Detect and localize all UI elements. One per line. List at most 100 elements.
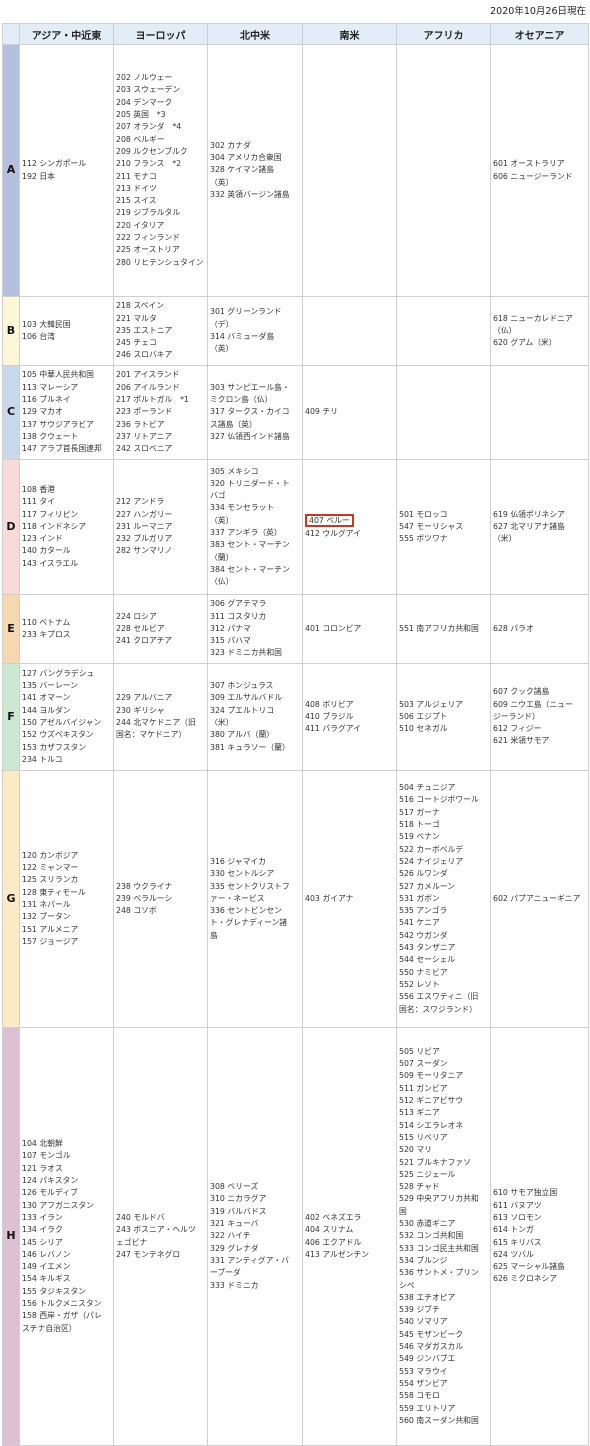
country-entry: 560 南スーダン共和国 bbox=[399, 1415, 479, 1425]
country-entry: 149 イエメン bbox=[22, 1262, 71, 1272]
country-entry: 543 タンザニア bbox=[399, 943, 456, 953]
country-entry: 512 ギニアビサウ bbox=[399, 1096, 464, 1106]
country-entry: 334 モンセラット bbox=[210, 503, 275, 513]
group-label: F bbox=[2, 663, 20, 771]
country-entry: 221 マルタ bbox=[116, 313, 157, 323]
country-entry: 128 東ティモール bbox=[22, 887, 86, 897]
cell-south-america: 403 ガイアナ bbox=[302, 770, 397, 1028]
group-row-f: F 127 バングラデシュ 135 バーレーン 141 オマーン 144 ヨルダン 150… bbox=[2, 663, 589, 771]
country-entry: 154 キルギス bbox=[22, 1274, 71, 1284]
country-entry: 120 カンボジア bbox=[22, 850, 79, 860]
country-entry: 234 トルコ bbox=[22, 754, 63, 764]
country-entry: 国 bbox=[399, 1206, 407, 1216]
cell-europe: 229 アルバニア 230 ギリシャ 244 北マケドニア（旧 国名：マケドニア） bbox=[113, 663, 208, 771]
cell-africa: 505 リビア 507 スーダン 509 モーリタニア 511 ガンビア 512 ギニア… bbox=[396, 1027, 491, 1446]
country-entry: 235 エストニア bbox=[116, 325, 173, 335]
country-entry: ーブーダ bbox=[210, 1268, 241, 1278]
country-entry: 134 イラク bbox=[22, 1225, 63, 1235]
country-entry: 309 エルサルバドル bbox=[210, 693, 283, 703]
cell-africa: 503 アルジェリア 506 エジプト 510 セネガル bbox=[396, 663, 491, 771]
country-entry: 541 ケニア bbox=[399, 918, 440, 928]
country-entry: 408 ボリビア bbox=[305, 699, 354, 709]
country-entry: 332 英領バージン諸島 bbox=[210, 189, 290, 199]
country-entry: 621 米領サモア bbox=[493, 736, 550, 746]
country-entry: バゴ bbox=[210, 491, 226, 501]
country-entry: 215 スイス bbox=[116, 196, 157, 206]
cell-asia: 120 カンボジア 122 ミャンマー 125 スリランカ 128 東ティモール 131… bbox=[19, 770, 114, 1028]
country-entry: 518 トーゴ bbox=[399, 820, 440, 830]
country-entry: 551 南アフリカ共和国 bbox=[399, 623, 479, 633]
country-entry: 246 スロバキア bbox=[116, 350, 173, 360]
country-entry: 104 北朝鮮 bbox=[22, 1139, 63, 1149]
country-entry: 526 ルワンダ bbox=[399, 869, 448, 879]
header-oceania: オセアニア bbox=[490, 23, 589, 45]
group-label: B bbox=[2, 296, 20, 366]
country-entry: 402 ベネズエラ bbox=[305, 1212, 362, 1222]
country-entry: （デ） bbox=[210, 319, 234, 329]
cell-south-america: 408 ボリビア 410 ブラジル 411 パラグアイ bbox=[302, 663, 397, 771]
country-entry: 243 ボスニア・ヘルツ bbox=[116, 1225, 196, 1235]
country-entry: 228 セルビア bbox=[116, 623, 165, 633]
country-entry: 124 パキスタン bbox=[22, 1176, 79, 1186]
country-entry: 547 モーリシャス bbox=[399, 521, 464, 531]
country-entry: 319 バルバドス bbox=[210, 1206, 267, 1216]
country-entry: 517 ガーナ bbox=[399, 807, 440, 817]
country-entry: 533 コンゴ民主共和国 bbox=[399, 1243, 479, 1253]
country-entry: 331 アンティグア・バ bbox=[210, 1255, 289, 1265]
country-entry: 615 キリバス bbox=[493, 1237, 542, 1247]
group-label: C bbox=[2, 365, 20, 460]
country-entry: 107 モンゴル bbox=[22, 1151, 71, 1161]
cell-europe: 224 ロシア 228 セルビア 241 クロアチア bbox=[113, 594, 208, 664]
country-entry: 515 リベリア bbox=[399, 1132, 448, 1142]
country-entry: 501 モロッコ bbox=[399, 509, 448, 519]
corner-cell bbox=[2, 23, 20, 45]
group-row-b: B 103 大韓民国 106 台湾 218 スペイン 221 マルタ 235 エストニア 2… bbox=[2, 296, 589, 366]
country-entry: 306 グアテマラ bbox=[210, 599, 267, 609]
country-entry: 211 モナコ bbox=[116, 171, 157, 181]
group-row-h: H 104 北朝鮮 107 モンゴル 121 ラオス 124 パキスタン 126 モルディ… bbox=[2, 1027, 589, 1446]
group-row-a: A 112 シンガポール 192 日本 202 ノルウェー 203 スウェーデン 204 … bbox=[2, 44, 589, 297]
country-entry: 625 マーシャル諸島 bbox=[493, 1262, 565, 1272]
country-entry: 410 ブラジル bbox=[305, 711, 354, 721]
cell-oceania: 628 パラオ bbox=[490, 594, 589, 664]
cell-asia: 110 ベトナム 233 キプロス bbox=[19, 594, 114, 664]
country-entry: 519 ベナン bbox=[399, 832, 440, 842]
cell-north-central-america: 308 ベリーズ 310 ニカラグア 319 バルバドス 321 キューバ 322 ハイ… bbox=[207, 1027, 303, 1446]
country-entry: ェゴビナ bbox=[116, 1237, 148, 1247]
country-entry: 125 スリランカ bbox=[22, 875, 79, 885]
country-entry: 117 フィリピン bbox=[22, 509, 79, 519]
cell-oceania: 619 仏領ポリネシア 627 北マリアナ諸島 （米） bbox=[490, 459, 589, 595]
country-entry: 335 セントクリストフ bbox=[210, 881, 290, 891]
country-entry: 618 ニューカレドニア bbox=[493, 313, 573, 323]
country-entry: 510 セネガル bbox=[399, 724, 448, 734]
country-entry: 612 フィジー bbox=[493, 724, 542, 734]
cell-africa bbox=[396, 365, 491, 460]
country-entry: 137 サウジアラビア bbox=[22, 419, 94, 429]
cell-south-america: 401 コロンビア bbox=[302, 594, 397, 664]
country-entry: 121 ラオス bbox=[22, 1163, 63, 1173]
cell-europe: 240 モルドバ 243 ボスニア・ヘルツ ェゴビナ 247 モンテネグロ bbox=[113, 1027, 208, 1446]
cell-europe: 201 アイスランド 206 アイルランド 217 ポルトガル *1 223 ポーラン… bbox=[113, 365, 208, 460]
country-entry: 316 ジャマイカ bbox=[210, 856, 266, 866]
country-entry: 504 チュニジア bbox=[399, 783, 456, 793]
country-entry: 620 グアム（米） bbox=[493, 338, 557, 348]
country-entry: （蘭） bbox=[210, 552, 234, 562]
country-entry: 503 アルジェリア bbox=[399, 699, 464, 709]
cell-north-central-america: 301 グリーンランド （デ） 314 バミューダ島 （英） bbox=[207, 296, 303, 366]
country-entry: 209 ルクセンブルク bbox=[116, 146, 188, 156]
cell-europe: 218 スペイン 221 マルタ 235 エストニア 245 チェコ 246 スロバキア bbox=[113, 296, 208, 366]
country-entry: 524 ナイジェリア bbox=[399, 856, 464, 866]
country-entry: 302 カナダ bbox=[210, 140, 251, 150]
country-entry: 202 ノルウェー bbox=[116, 73, 173, 83]
country-entry: 305 メキシコ bbox=[210, 466, 259, 476]
country-entry: 118 インドネシア bbox=[22, 521, 87, 531]
group-row-e: E 110 ベトナム 233 キプロス 224 ロシア 228 セルビア 241 クロアチ… bbox=[2, 594, 589, 664]
country-entry: 530 赤道ギニア bbox=[399, 1219, 456, 1229]
header-asia: アジア・中近東 bbox=[19, 23, 114, 45]
country-entry: 111 タイ bbox=[22, 497, 55, 507]
group-row-d: D 108 香港 111 タイ 117 フィリピン 118 インドネシア 123 インド 1… bbox=[2, 459, 589, 595]
country-entry: 556 エスワティニ（旧 bbox=[399, 992, 479, 1002]
country-entry: 509 モーリタニア bbox=[399, 1071, 464, 1081]
country-entry: 217 ポルトガル *1 bbox=[116, 395, 189, 405]
country-entry: 505 リビア bbox=[399, 1046, 440, 1056]
